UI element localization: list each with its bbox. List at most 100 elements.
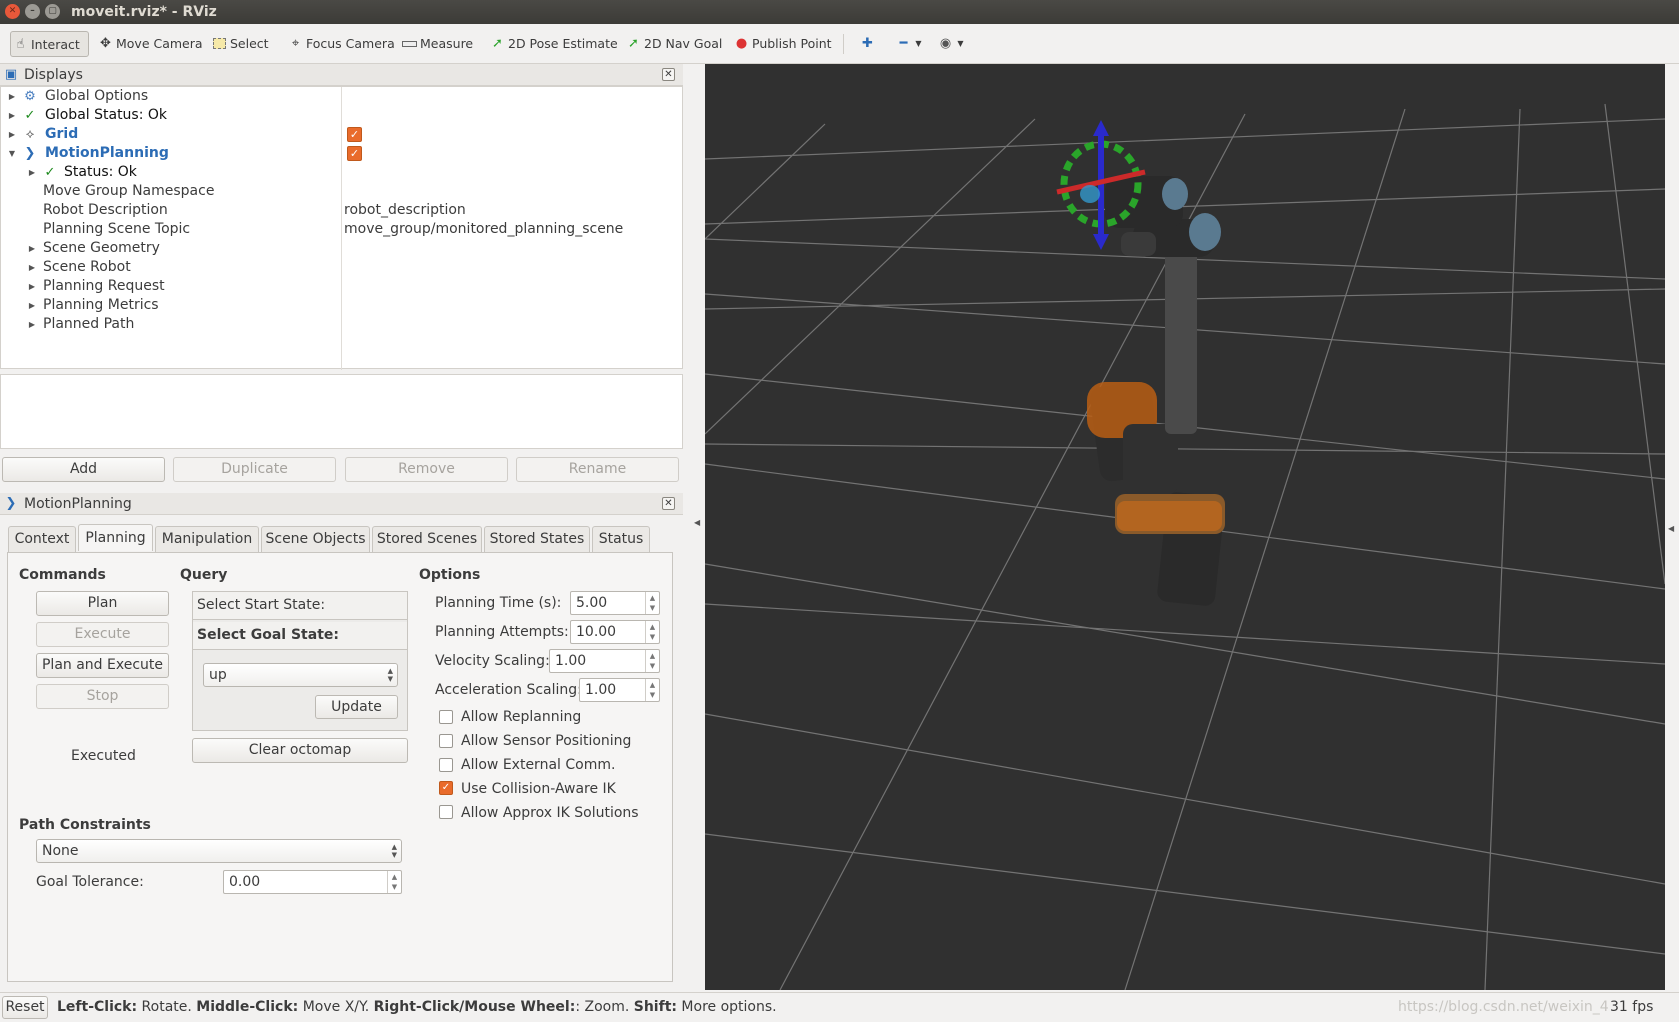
close-window-icon[interactable]: ✕: [5, 4, 20, 19]
tab-stored-scenes[interactable]: Stored Scenes: [372, 526, 482, 552]
move-camera-icon: ✥: [100, 36, 111, 51]
tab-planning[interactable]: Planning: [78, 524, 153, 551]
expand-arrow-icon[interactable]: ▶: [7, 87, 17, 106]
expand-arrow-icon[interactable]: ▶: [27, 258, 37, 277]
map-pin-icon: ●: [735, 36, 748, 51]
stop-button[interactable]: Stop: [36, 684, 169, 709]
commands-heading: Commands: [19, 567, 106, 583]
collapse-left-icon[interactable]: ◀: [694, 518, 700, 527]
query-box: Select Start State: Select Goal State: u…: [192, 591, 408, 731]
tree-item-robot-description[interactable]: Robot Description robot_description: [1, 201, 682, 220]
close-panel-icon[interactable]: ✕: [662, 497, 675, 510]
tree-item-scene-robot[interactable]: ▶ Scene Robot: [1, 258, 682, 277]
allow-replanning-checkbox[interactable]: [439, 710, 453, 724]
select-start-state-header[interactable]: Select Start State:: [193, 592, 407, 620]
execute-button[interactable]: Execute: [36, 622, 169, 647]
collapse-right-icon[interactable]: ◀: [1668, 524, 1674, 533]
tree-item-grid[interactable]: ▶ ⟡ Grid ✓: [1, 125, 682, 144]
plan-and-execute-button[interactable]: Plan and Execute: [36, 653, 169, 678]
tool-2d-pose-estimate[interactable]: ➚ 2D Pose Estimate: [488, 31, 618, 57]
tree-item-planning-scene-topic[interactable]: Planning Scene Topic move_group/monitore…: [1, 220, 682, 239]
expand-arrow-icon[interactable]: ▶: [27, 277, 37, 296]
tab-status[interactable]: Status: [592, 526, 650, 552]
tree-item-planning-request[interactable]: ▶ Planning Request: [1, 277, 682, 296]
allow-external-comm-label: Allow External Comm.: [461, 757, 616, 773]
green-arrow-icon: ➚: [628, 36, 639, 51]
acceleration-scaling-input[interactable]: 1.00 ▲ ▼: [579, 678, 660, 702]
minimize-window-icon[interactable]: –: [25, 4, 40, 19]
panel-splitter[interactable]: ◀: [683, 64, 705, 990]
tab-stored-states[interactable]: Stored States: [484, 526, 590, 552]
minus-icon: ━: [899, 36, 908, 51]
tool-interact[interactable]: ☝ Interact: [10, 31, 89, 57]
planning-time-input[interactable]: 5.00 ▲ ▼: [570, 591, 660, 615]
grid-enabled-checkbox[interactable]: ✓: [347, 127, 362, 142]
tool-select[interactable]: Select: [210, 31, 269, 57]
tree-item-global-status[interactable]: ▶ ✓ Global Status: Ok: [1, 106, 682, 125]
hand-cursor-icon: ☝: [16, 37, 25, 52]
clear-octomap-button[interactable]: Clear octomap: [192, 738, 408, 763]
planning-attempts-input[interactable]: 10.00 ▲ ▼: [570, 620, 660, 644]
toolbar: ☝ Interact ✥ Move Camera Select ⌖ Focus …: [0, 24, 1679, 64]
spin-arrows-icon[interactable]: ▲ ▼: [645, 621, 659, 643]
reset-button[interactable]: Reset: [2, 996, 48, 1019]
tool-move-camera[interactable]: ✥ Move Camera: [96, 31, 203, 57]
expand-arrow-icon[interactable]: ▶: [7, 125, 17, 144]
tree-item-scene-geometry[interactable]: ▶ Scene Geometry: [1, 239, 682, 258]
expand-arrow-icon[interactable]: ▶: [27, 315, 37, 334]
3d-viewport[interactable]: [705, 64, 1665, 990]
view-options-button[interactable]: ◉ ▼: [936, 31, 964, 57]
collapse-arrow-icon[interactable]: ▼: [7, 144, 17, 163]
expand-arrow-icon[interactable]: ▶: [27, 163, 37, 182]
displays-title: Displays: [24, 67, 83, 83]
tab-context[interactable]: Context: [8, 526, 76, 552]
expand-arrow-icon[interactable]: ▶: [7, 106, 17, 125]
query-heading: Query: [180, 567, 228, 583]
up-down-arrows-icon: ▲ ▼: [391, 843, 397, 859]
motion-planning-enabled-checkbox[interactable]: ✓: [347, 146, 362, 161]
tree-item-move-group-namespace[interactable]: Move Group Namespace: [1, 182, 682, 201]
tree-item-motion-planning[interactable]: ▼ ❯ MotionPlanning ✓: [1, 144, 682, 163]
goal-tolerance-input[interactable]: 0.00 ▲ ▼: [223, 870, 402, 894]
collision-aware-ik-checkbox[interactable]: ✓: [439, 781, 453, 795]
expand-arrow-icon[interactable]: ▶: [27, 239, 37, 258]
velocity-scaling-input[interactable]: 1.00 ▲ ▼: [549, 649, 660, 673]
update-button[interactable]: Update: [315, 695, 398, 719]
allow-sensor-positioning-label: Allow Sensor Positioning: [461, 733, 632, 749]
gear-icon: ⚙: [24, 89, 36, 104]
up-down-arrows-icon: ▲ ▼: [387, 667, 393, 683]
rename-display-button[interactable]: Rename: [516, 457, 679, 482]
plan-button[interactable]: Plan: [36, 591, 169, 616]
tree-item-status[interactable]: ▶ ✓ Status: Ok: [1, 163, 682, 182]
add-display-button[interactable]: Add: [2, 457, 165, 482]
tool-2d-nav-goal[interactable]: ➚ 2D Nav Goal: [624, 31, 722, 57]
tree-item-planning-metrics[interactable]: ▶ Planning Metrics: [1, 296, 682, 315]
allow-external-comm-checkbox[interactable]: [439, 758, 453, 772]
spin-arrows-icon[interactable]: ▲ ▼: [645, 592, 659, 614]
maximize-window-icon[interactable]: ▢: [45, 4, 60, 19]
duplicate-display-button[interactable]: Duplicate: [173, 457, 336, 482]
expand-arrow-icon[interactable]: ▶: [27, 296, 37, 315]
motion-planning-icon: ❯: [5, 496, 17, 511]
tab-manipulation[interactable]: Manipulation: [155, 526, 259, 552]
close-panel-icon[interactable]: ✕: [662, 68, 675, 81]
remove-display-button[interactable]: Remove: [345, 457, 508, 482]
mouse-hint-text: Left-Click: Rotate. Middle-Click: Move X…: [57, 999, 777, 1015]
spin-arrows-icon[interactable]: ▲ ▼: [645, 650, 659, 672]
tool-publish-point[interactable]: ● Publish Point: [732, 31, 832, 57]
remove-tool-button[interactable]: ━ ▼: [894, 31, 922, 57]
tab-scene-objects[interactable]: Scene Objects: [261, 526, 370, 552]
spin-arrows-icon[interactable]: ▲ ▼: [387, 871, 401, 893]
spin-arrows-icon[interactable]: ▲ ▼: [645, 679, 659, 701]
tree-item-planned-path[interactable]: ▶ Planned Path: [1, 315, 682, 334]
add-tool-button[interactable]: ✚: [858, 31, 874, 57]
tree-item-global-options[interactable]: ▶ ⚙ Global Options: [1, 87, 682, 106]
allow-sensor-positioning-checkbox[interactable]: [439, 734, 453, 748]
tool-focus-camera[interactable]: ⌖ Focus Camera: [286, 31, 395, 57]
select-goal-state-header[interactable]: Select Goal State:: [193, 622, 407, 650]
tool-measure[interactable]: Measure: [400, 31, 473, 57]
allow-approx-ik-checkbox[interactable]: [439, 805, 453, 819]
goal-state-select[interactable]: up ▲ ▼: [203, 663, 398, 687]
plus-icon: ✚: [862, 36, 873, 51]
path-constraints-select[interactable]: None ▲ ▼: [36, 839, 402, 863]
